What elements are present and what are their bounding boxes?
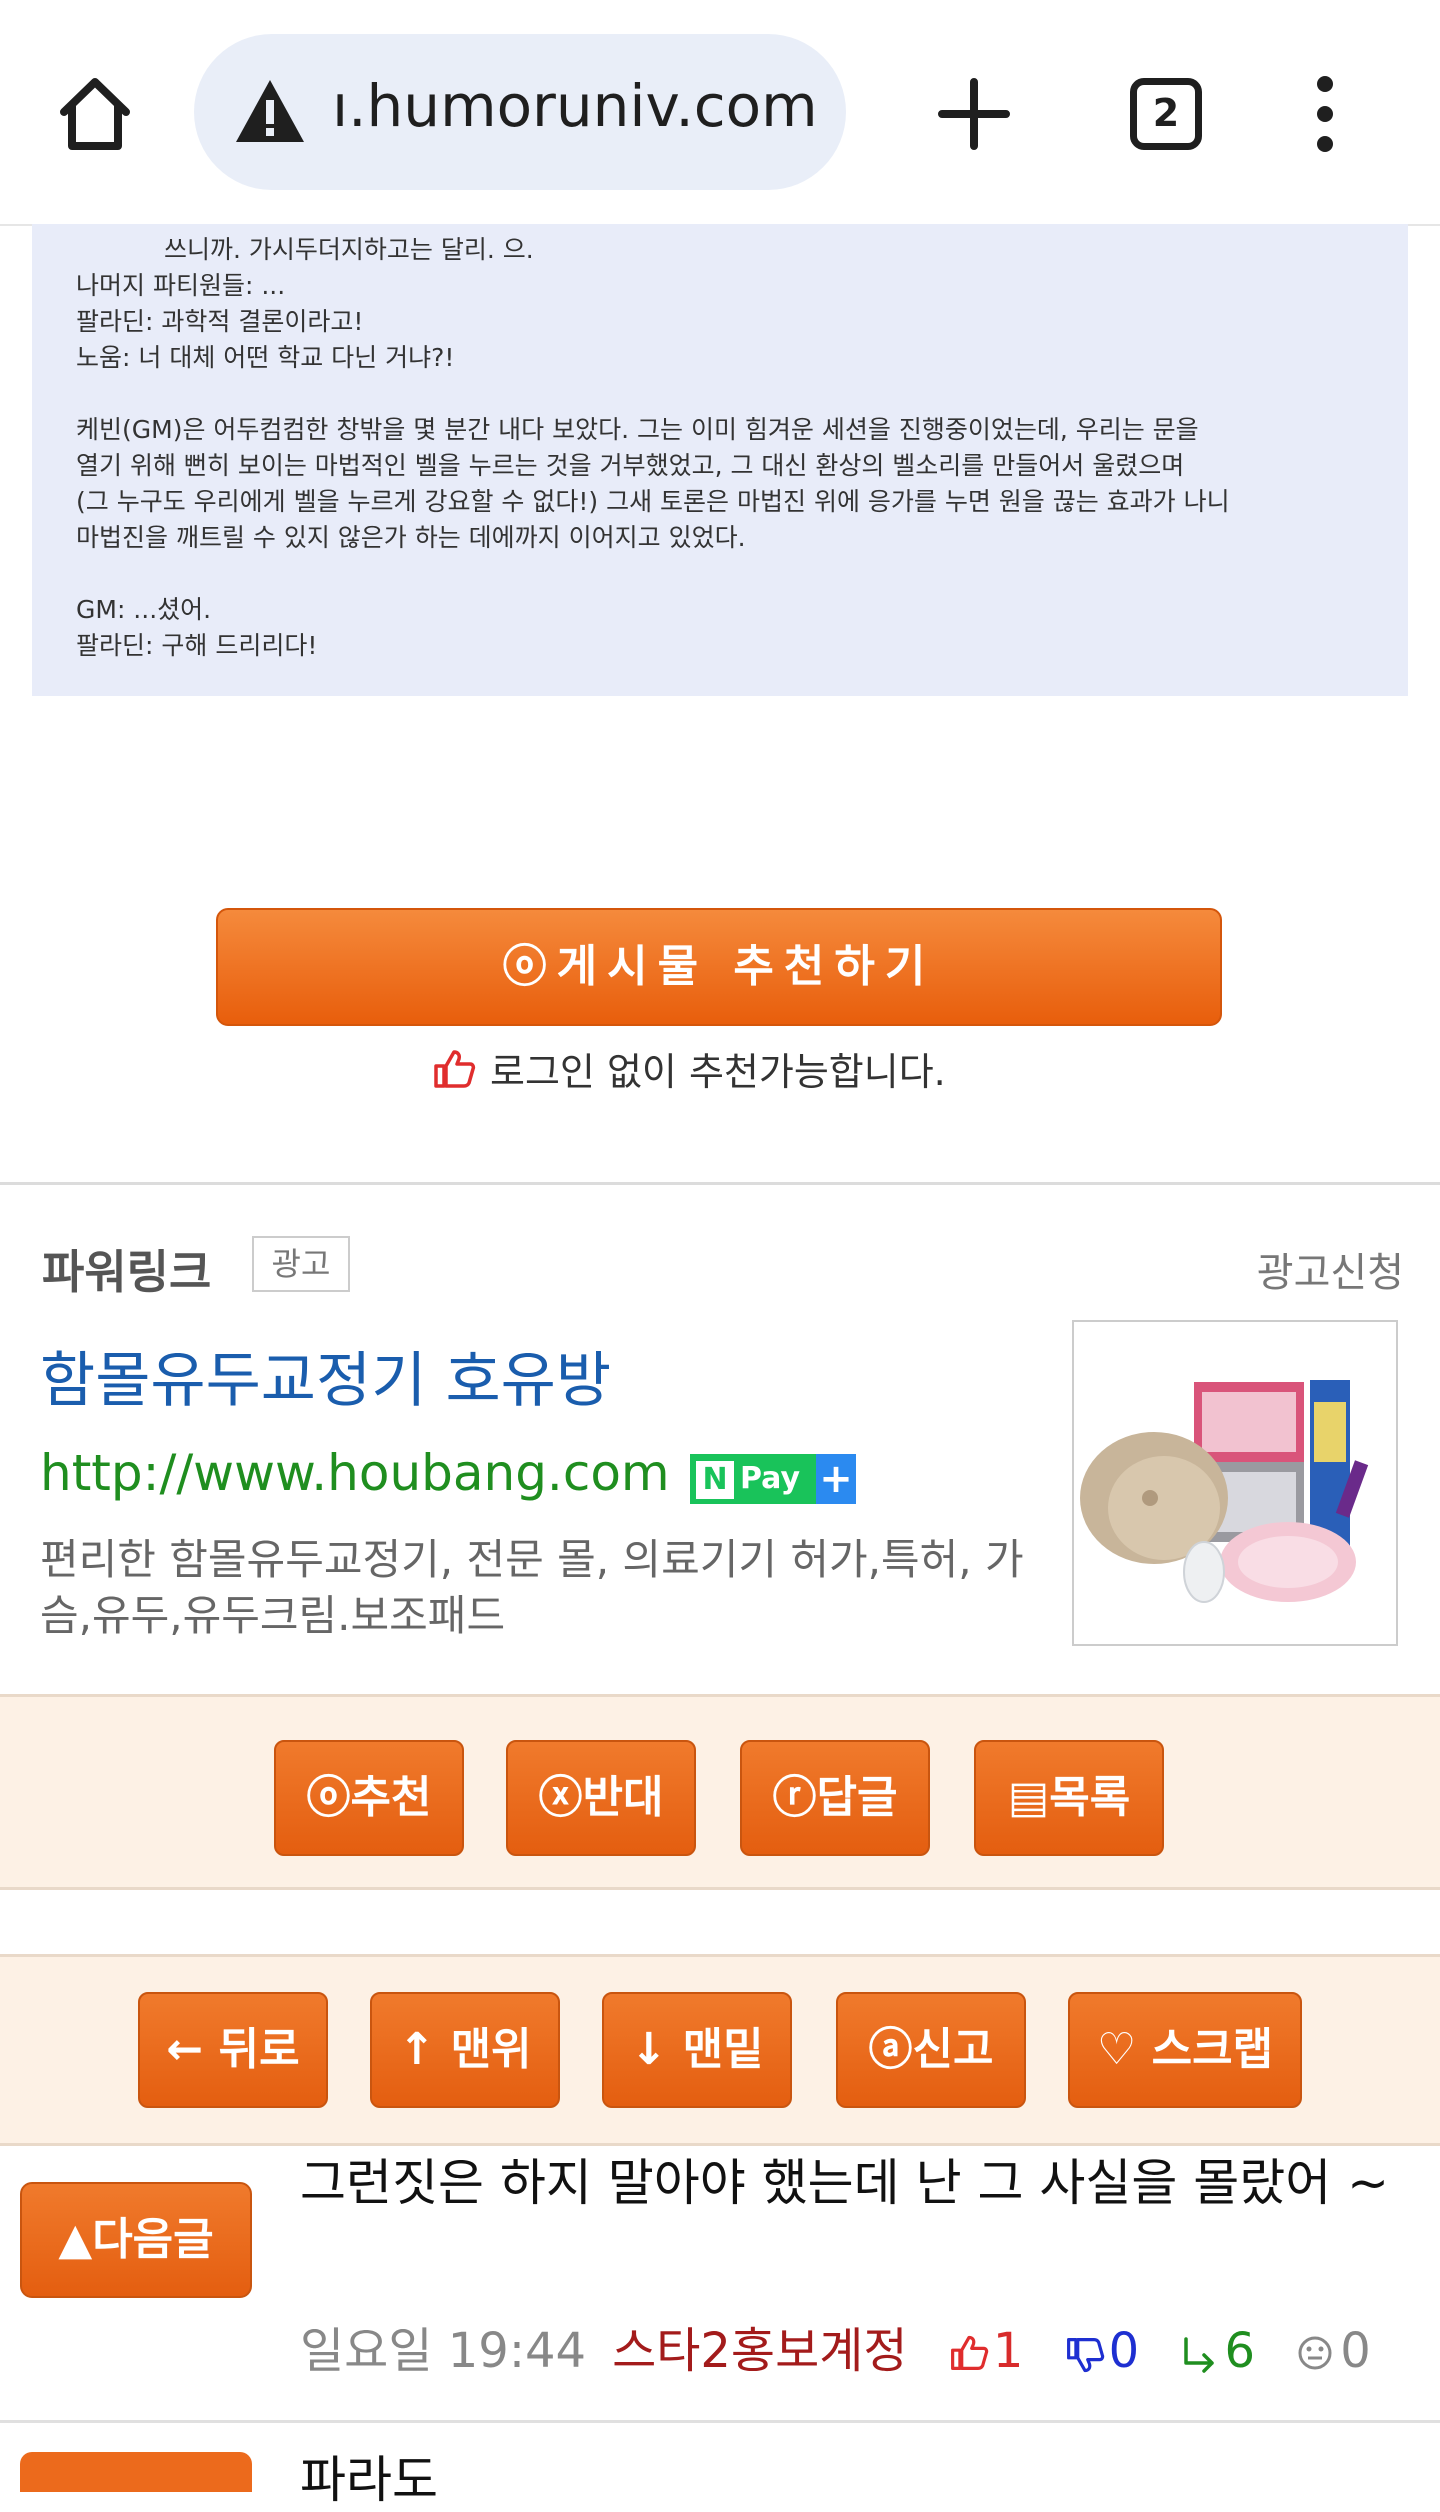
vote-bar: ⓞ추천 ⓧ반대 ⓡ답글 ▤목록	[0, 1694, 1440, 1890]
recommend-post-button[interactable]: ⓞ게시물 추천하기	[216, 908, 1222, 1026]
back-button[interactable]: ← 뒤로	[138, 1992, 328, 2108]
bottom-button[interactable]: ↓ 맨밑	[602, 1992, 792, 2108]
reply-count: 6	[1180, 2323, 1255, 2379]
quote-line: 열기 위해 뻔히 보이는 마법적인 벨을 누르는 것을 거부했었고, 그 대신 …	[76, 451, 1185, 480]
npay-label: Pay	[740, 1461, 801, 1496]
oppose-button[interactable]: ⓧ반대	[506, 1740, 696, 1856]
quote-line: 케빈(GM)은 어두컴컴한 창밖을 몇 분간 내다 보았다. 그는 이미 힘겨운…	[76, 415, 1199, 444]
up-count: 1	[949, 2323, 1024, 2379]
post-date: 일요일 19:44	[300, 2323, 587, 2379]
prev-post-title[interactable]: 파라도	[300, 2440, 438, 2512]
list-button[interactable]: ▤목록	[974, 1740, 1164, 1856]
ad-url-link[interactable]: http://www.houbang.com	[40, 1444, 670, 1502]
quote-line: 팔라딘: 구해 드리리다!	[76, 631, 318, 660]
reply-arrow-icon	[1184, 2337, 1215, 2373]
ad-tag: 광고	[252, 1236, 350, 1292]
naver-n-icon: N	[696, 1460, 734, 1499]
smiley-icon	[1298, 2336, 1332, 2370]
next-post-meta: 일요일 19:44 스타2홍보계정 1 0 6 0	[300, 2318, 1371, 2384]
ad-title-link[interactable]: 함몰유두교정기 호유방	[40, 1332, 611, 1419]
next-post-title[interactable]: 그런짓은 하지 말아야 했는데 난 그 사실을 몰랐어 ~	[300, 2150, 1410, 2216]
prev-post-button[interactable]	[20, 2452, 252, 2492]
thumbs-down-icon	[1066, 2338, 1104, 2373]
divider	[0, 2420, 1440, 2423]
browser-toolbar: ı.humoruniv.com 2	[0, 0, 1440, 226]
url-text[interactable]: ı.humoruniv.com	[332, 72, 818, 140]
divider	[0, 1182, 1440, 1185]
tab-switcher-button[interactable]: 2	[1130, 78, 1202, 150]
up-count-value: 1	[992, 2323, 1024, 2379]
quote-line: 마법진을 깨트릴 수 있지 않은가 하는 데에까지 이어지고 있었다.	[76, 523, 746, 552]
warning-icon[interactable]	[234, 78, 306, 144]
quote-line: 팔라딘: 과학적 결론이라고!	[76, 307, 364, 336]
post-body-quote: 쓰니까. 가시두더지하고는 달리. 으. 나머지 파티원들: ... 팔라딘: …	[32, 224, 1408, 696]
ad-description: 편리한 함몰유두교정기, 전문 몰, 의료기기 허가,특허, 가슴,유두,유두크…	[40, 1535, 1024, 1640]
view-count: 0	[1296, 2323, 1371, 2379]
top-button[interactable]: ↑ 맨위	[370, 1992, 560, 2108]
thumbs-up-icon	[950, 2335, 989, 2370]
recommend-button[interactable]: ⓞ추천	[274, 1740, 464, 1856]
reply-count-value: 6	[1224, 2323, 1256, 2379]
npay-badge: N Pay +	[690, 1454, 856, 1504]
down-count: 0	[1065, 2323, 1140, 2379]
post-author[interactable]: 스타2홍보계정	[612, 2323, 908, 2379]
report-button[interactable]: ⓐ신고	[836, 1992, 1026, 2108]
recommend-note-text: 로그인 없이 추천가능합니다.	[490, 1050, 946, 1094]
ad-brand-label: 파워링크	[42, 1245, 212, 1299]
nav-bar: ← 뒤로 ↑ 맨위 ↓ 맨밑 ⓐ신고 ♡ 스크랩	[0, 1954, 1440, 2146]
next-post-button[interactable]: ▲다음글	[20, 2182, 252, 2298]
plus-icon: +	[816, 1454, 856, 1504]
reply-button[interactable]: ⓡ답글	[740, 1740, 930, 1856]
ad-apply-link[interactable]: 광고신청	[1257, 1240, 1404, 1298]
address-bar[interactable]: ı.humoruniv.com	[194, 34, 846, 190]
quote-line: (그 누구도 우리에게 벨을 누르게 강요할 수 없다!) 그새 토론은 마법진…	[76, 487, 1230, 516]
thumbs-up-icon	[432, 1045, 476, 1105]
home-icon[interactable]	[52, 70, 138, 156]
view-count-value: 0	[1340, 2323, 1371, 2379]
quote-line: 노움: 너 대체 어떤 학교 다닌 거냐?!	[76, 343, 455, 372]
scrap-button[interactable]: ♡ 스크랩	[1068, 1992, 1302, 2108]
ad-product-image[interactable]	[1072, 1320, 1398, 1646]
down-count-value: 0	[1108, 2323, 1140, 2379]
quote-line: 쓰니까. 가시두더지하고는 달리. 으.	[164, 235, 534, 264]
recommend-note: 로그인 없이 추천가능합니다.	[432, 1042, 946, 1102]
more-menu-icon[interactable]	[1310, 76, 1340, 156]
new-tab-icon[interactable]	[936, 76, 1012, 152]
quote-line: 나머지 파티원들: ...	[76, 271, 286, 300]
quote-line: GM: ...셨어.	[76, 595, 212, 624]
